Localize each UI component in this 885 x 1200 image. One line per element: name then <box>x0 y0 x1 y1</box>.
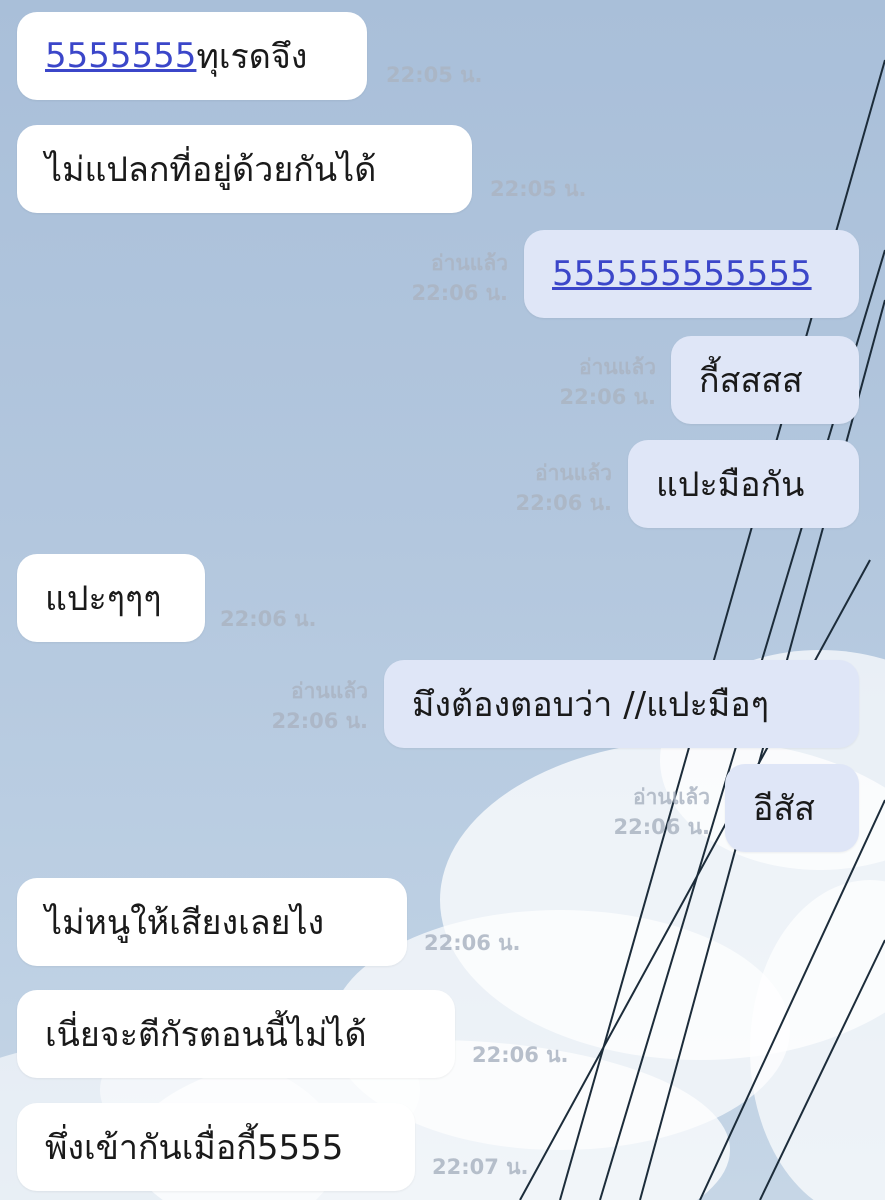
message-bubble-10[interactable]: เนี่ยจะตีกัรตอนนี้ไม่ได้ <box>17 990 455 1078</box>
message-bubble-4[interactable]: กี้สสสส <box>671 336 859 424</box>
message-status-4: อ่านแล้ว 22:06 น. <box>559 355 657 409</box>
message-text-7: มึงต้องตอบว่า //แปะมือๆ <box>412 685 769 725</box>
message-status-8: อ่านแล้ว 22:06 น. <box>613 785 711 839</box>
message-text-10: เนี่ยจะตีกัรตอนนี้ไม่ได้ <box>45 1015 367 1055</box>
message-text-11: พึ่งเข้ากันเมื่อกี้5555 <box>45 1128 344 1168</box>
message-status-3: อ่านแล้ว 22:06 น. <box>411 251 509 305</box>
message-text-8: อีสัส <box>753 789 815 829</box>
message-status-7: อ่านแล้ว 22:06 น. <box>271 679 369 733</box>
message-bubble-6[interactable]: แปะๆๆๆ <box>17 554 205 642</box>
message-bubble-8[interactable]: อีสัส <box>725 764 859 852</box>
message-text-2: ไม่แปลกที่อยู่ด้วยกันได้ <box>45 150 377 190</box>
message-bubble-7[interactable]: มึงต้องตอบว่า //แปะมือๆ <box>384 660 859 748</box>
message-time-9: 22:06 น. <box>424 931 521 955</box>
message-text-4: กี้สสสส <box>699 361 803 401</box>
message-bubble-3[interactable]: 555555555555 <box>524 230 859 318</box>
message-text-1: ทุเรดจึง <box>196 37 308 77</box>
message-bubble-1[interactable]: 5555555 ทุเรดจึง <box>17 12 367 100</box>
message-text-5: แปะมือกัน <box>656 465 805 505</box>
message-bubble-5[interactable]: แปะมือกัน <box>628 440 859 528</box>
message-link-1[interactable]: 5555555 <box>45 36 196 76</box>
message-status-5: อ่านแล้ว 22:06 น. <box>515 461 613 515</box>
message-time-2: 22:05 น. <box>490 177 587 201</box>
message-bubble-2[interactable]: ไม่แปลกที่อยู่ด้วยกันได้ <box>17 125 472 213</box>
message-text-9: ไม่หนูให้เสียงเลยไง <box>45 903 325 943</box>
message-bubble-9[interactable]: ไม่หนูให้เสียงเลยไง <box>17 878 407 966</box>
message-time-11: 22:07 น. <box>432 1155 529 1179</box>
message-text-6: แปะๆๆๆ <box>45 579 162 619</box>
message-time-1: 22:05 น. <box>386 63 483 87</box>
message-bubble-11[interactable]: พึ่งเข้ากันเมื่อกี้5555 <box>17 1103 415 1191</box>
chat-area: 5555555 ทุเรดจึง 22:05 น. ไม่แปลกที่อยู่ด… <box>0 0 885 1200</box>
message-link-3[interactable]: 555555555555 <box>552 254 812 294</box>
message-time-10: 22:06 น. <box>472 1043 569 1067</box>
message-time-6: 22:06 น. <box>220 607 317 631</box>
